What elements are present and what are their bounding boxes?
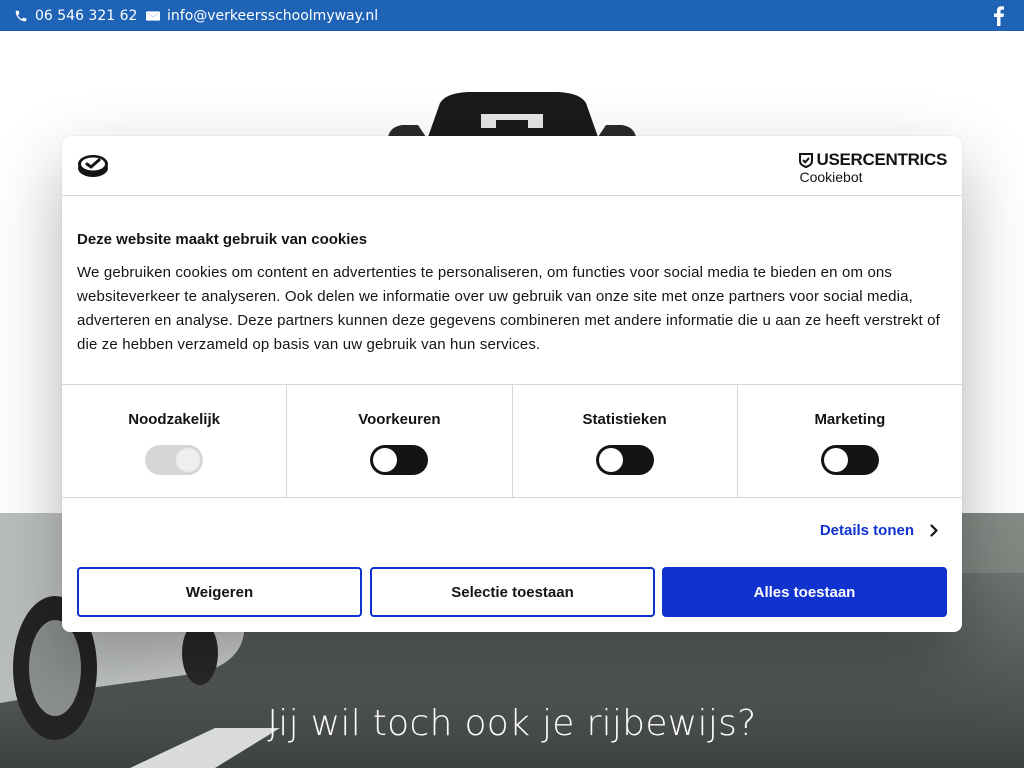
- category-preferences: Voorkeuren: [287, 385, 513, 497]
- brand-logo[interactable]: USERCENTRICS Cookiebot: [799, 150, 947, 185]
- toggle-knob: [176, 448, 201, 472]
- category-label: Voorkeuren: [358, 411, 441, 428]
- details-toggle-link[interactable]: Details tonen: [820, 522, 938, 539]
- details-label: Details tonen: [819, 522, 914, 539]
- envelope-icon: [146, 10, 160, 21]
- allow-all-button[interactable]: Alles toestaan: [662, 567, 947, 617]
- preferences-toggle[interactable]: [370, 445, 429, 475]
- category-label: Marketing: [814, 411, 886, 428]
- category-statistics: Statistieken: [513, 385, 738, 497]
- email-address: info@verkeersschoolmyway.nl: [167, 7, 379, 24]
- chevron-right-icon: [930, 524, 938, 537]
- top-contact-bar: 06 546 321 62 info@verkeersschoolmyway.n…: [0, 0, 1024, 31]
- cookie-logo-icon: [78, 155, 108, 177]
- brand-product: Cookiebot: [799, 169, 863, 185]
- category-marketing: Marketing: [738, 385, 962, 497]
- car-front-image: [388, 92, 636, 137]
- phone-icon: [15, 10, 27, 21]
- phone-number: 06 546 321 62: [35, 7, 138, 24]
- email-link[interactable]: info@verkeersschoolmyway.nl: [146, 0, 378, 31]
- category-label: Statistieken: [582, 411, 667, 428]
- toggle-knob: [823, 448, 848, 472]
- shield-check-icon: [799, 152, 814, 168]
- statistics-toggle[interactable]: [595, 445, 654, 475]
- dialog-description: We gebruiken cookies om content en adver…: [77, 264, 940, 353]
- brand-name: USERCENTRICS: [816, 150, 947, 169]
- cookie-consent-dialog: USERCENTRICS Cookiebot Deze website maak…: [62, 136, 962, 632]
- cookie-category-toggles: Noodzakelijk Voorkeuren Statistieken Mar…: [62, 384, 962, 498]
- toggle-knob: [598, 448, 623, 472]
- toggle-knob: [373, 448, 398, 472]
- deny-button[interactable]: Weigeren: [77, 567, 362, 617]
- hero-headline: Jij wil toch ook je rijbewijs?: [267, 703, 757, 744]
- facebook-icon[interactable]: [992, 6, 1006, 26]
- allow-selection-button[interactable]: Selectie toestaan: [370, 567, 655, 617]
- dialog-body: Deze website maakt gebruik van cookies W…: [77, 231, 947, 357]
- dialog-header: USERCENTRICS Cookiebot: [62, 136, 962, 196]
- marketing-toggle[interactable]: [820, 445, 879, 475]
- category-necessary: Noodzakelijk: [62, 385, 288, 497]
- category-label: Noodzakelijk: [128, 411, 220, 428]
- necessary-toggle: [145, 445, 204, 475]
- dialog-title: Deze website maakt gebruik van cookies: [77, 231, 368, 248]
- phone-link[interactable]: 06 546 321 62: [14, 0, 137, 31]
